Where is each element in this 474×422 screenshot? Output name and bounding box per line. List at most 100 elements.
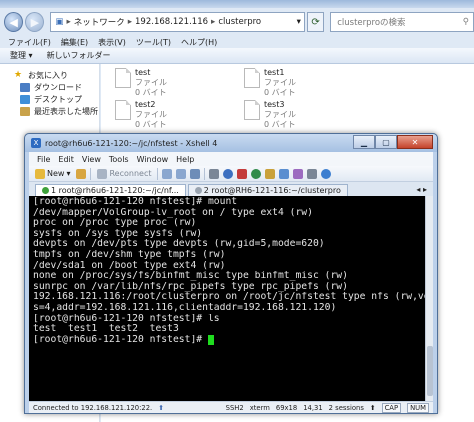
menu-window[interactable]: Window bbox=[137, 155, 169, 164]
menu-edit[interactable]: Edit bbox=[58, 155, 74, 164]
status-term: xterm bbox=[249, 404, 270, 412]
desktop-icon bbox=[20, 95, 30, 104]
minimize-icon[interactable]: ▁ bbox=[353, 135, 375, 149]
terminal-line: none on /proc/sys/fs/binfmt_misc type bi… bbox=[33, 271, 348, 282]
session-tab-bar: 1 root@rh6u6-121-120:~/jc/nf... 2 root@R… bbox=[29, 182, 433, 196]
reconnect-button[interactable]: Reconnect bbox=[95, 167, 153, 180]
maximize-icon[interactable]: ▢ bbox=[375, 135, 397, 149]
paste-icon[interactable] bbox=[176, 168, 187, 179]
forward-arrow-icon[interactable]: ▶ bbox=[25, 12, 45, 32]
search-placeholder: clusterproの検索 bbox=[337, 18, 406, 28]
address-dropdown-icon[interactable]: ▾ bbox=[297, 17, 301, 27]
color-scheme-icon[interactable] bbox=[223, 168, 234, 179]
chevron-down-icon: ▾ bbox=[66, 169, 71, 178]
connected-status-icon bbox=[42, 187, 49, 194]
arrow-up-icon: ⬆ bbox=[369, 404, 376, 412]
nav-item-favorites[interactable]: ★ お気に入り bbox=[14, 70, 68, 81]
font-icon[interactable] bbox=[237, 168, 248, 179]
back-arrow-icon[interactable]: ◀ bbox=[4, 12, 24, 32]
file-icon bbox=[115, 100, 131, 120]
file-size: 0 バイト bbox=[264, 120, 296, 129]
terminal-scrollbar[interactable] bbox=[425, 196, 433, 401]
script-icon[interactable] bbox=[293, 168, 304, 179]
cap-indicator: CAP bbox=[381, 403, 402, 413]
terminal-prompt: [root@rh6u6-121-120 nfstest]# bbox=[33, 334, 208, 345]
status-protocol: SSH2 bbox=[225, 404, 244, 412]
nav-item-downloads[interactable]: ダウンロード bbox=[20, 82, 82, 93]
menu-tools[interactable]: Tools bbox=[109, 155, 129, 164]
file-name: test bbox=[135, 68, 151, 77]
tab-session-2[interactable]: 2 root@RH6-121-116:~/clusterpro bbox=[187, 184, 348, 196]
breadcrumb-network[interactable]: ネットワーク bbox=[74, 16, 125, 28]
menu-help[interactable]: ヘルプ(H) bbox=[181, 37, 217, 48]
organize-button[interactable]: 整理 ▾ bbox=[10, 50, 33, 61]
file-size: 0 バイト bbox=[135, 88, 167, 97]
terminal-line: sysfs on /sys type sysfs (rw) bbox=[33, 228, 203, 239]
terminal-line: 192.168.121.116:/root/clusterpro on /roo… bbox=[33, 292, 425, 303]
status-sessions: 2 sessions bbox=[328, 404, 364, 412]
print-icon[interactable] bbox=[209, 168, 220, 179]
new-session-button[interactable]: New ▾ bbox=[33, 167, 72, 180]
help-icon[interactable] bbox=[321, 168, 332, 179]
lock-icon[interactable] bbox=[265, 168, 276, 179]
search-icon[interactable]: ⚲ bbox=[463, 17, 469, 27]
network-folder-icon: ▣ bbox=[55, 17, 64, 27]
copy-icon[interactable] bbox=[162, 168, 173, 179]
menu-view[interactable]: View bbox=[82, 155, 101, 164]
file-item-test3[interactable]: test3 ファイル 0 バイト bbox=[244, 100, 296, 130]
status-size: 69x18 bbox=[275, 404, 298, 412]
reconnect-icon bbox=[97, 168, 108, 179]
globe-icon[interactable] bbox=[251, 168, 262, 179]
transfer-icon[interactable] bbox=[279, 168, 290, 179]
tab-session-1[interactable]: 1 root@rh6u6-121-120:~/jc/nf... bbox=[35, 184, 186, 196]
tab-scroll-arrows-icon[interactable]: ◂ ▸ bbox=[416, 185, 427, 194]
download-folder-icon bbox=[20, 83, 30, 92]
terminal-line: s=4,addr=192.168.121.116,clientaddr=192.… bbox=[33, 302, 337, 313]
arrow-up-icon: ⬆ bbox=[158, 403, 164, 412]
terminal-line: [root@rh6u6-121-120 nfstest]# ls bbox=[33, 313, 220, 324]
menu-file[interactable]: File bbox=[37, 155, 50, 164]
file-item-test[interactable]: test ファイル 0 バイト bbox=[115, 68, 167, 98]
file-name: test2 bbox=[135, 100, 156, 109]
scrollbar-thumb[interactable] bbox=[427, 346, 433, 396]
status-cursor-position: 14,31 bbox=[303, 404, 323, 412]
file-type: ファイル bbox=[264, 78, 296, 87]
menu-tools[interactable]: ツール(T) bbox=[136, 37, 171, 48]
open-folder-icon[interactable] bbox=[76, 168, 87, 179]
terminal-line: tmpfs on /dev/shm type tmpfs (rw) bbox=[33, 249, 226, 260]
breadcrumb-host[interactable]: 192.168.121.116 bbox=[135, 17, 208, 27]
explorer-menu-bar: ファイル(F) 編集(E) 表示(V) ツール(T) ヘルプ(H) bbox=[0, 36, 474, 48]
file-type: ファイル bbox=[135, 78, 167, 87]
file-type: ファイル bbox=[264, 110, 296, 119]
terminal-line: proc on /proc type proc (rw) bbox=[33, 218, 197, 229]
menu-help[interactable]: Help bbox=[176, 155, 194, 164]
close-icon[interactable]: ✕ bbox=[397, 135, 433, 149]
menu-file[interactable]: ファイル(F) bbox=[8, 37, 51, 48]
file-icon bbox=[244, 68, 260, 88]
file-item-test2[interactable]: test2 ファイル 0 バイト bbox=[115, 100, 167, 130]
refresh-icon[interactable]: ⟳ bbox=[306, 12, 325, 32]
nav-item-recent-places[interactable]: 最近表示した場所 bbox=[20, 106, 98, 117]
breadcrumb-folder[interactable]: clusterpro bbox=[218, 17, 261, 27]
terminal-output[interactable]: [root@rh6u6-121-120 nfstest]# mount /dev… bbox=[29, 196, 425, 401]
xshell-titlebar[interactable]: X root@rh6u6-121-120:~/jc/nfstest - Xshe… bbox=[25, 134, 437, 152]
terminal-prompt-line: [root@rh6u6-121-120 nfstest]# bbox=[33, 334, 425, 346]
search-input[interactable]: clusterproの検索 ⚲ bbox=[330, 12, 474, 32]
nav-item-desktop[interactable]: デスクトップ bbox=[20, 94, 82, 105]
file-icon bbox=[244, 100, 260, 120]
file-icon bbox=[115, 68, 131, 88]
menu-view[interactable]: 表示(V) bbox=[98, 37, 126, 48]
menu-edit[interactable]: 編集(E) bbox=[61, 37, 88, 48]
terminal-line: /dev/sda1 on /boot type ext4 (rw) bbox=[33, 260, 226, 271]
connection-status: Connected to 192.168.121.120:22. bbox=[33, 403, 153, 412]
explorer-address-row: ◀ ▶ ▣ ▸ ネットワーク ▸ 192.168.121.116 ▸ clust… bbox=[0, 8, 474, 36]
file-type: ファイル bbox=[135, 110, 167, 119]
find-icon[interactable] bbox=[190, 168, 201, 179]
keyboard-icon[interactable] bbox=[307, 168, 318, 179]
num-indicator: NUM bbox=[407, 403, 429, 413]
new-folder-button[interactable]: 新しいフォルダー bbox=[47, 50, 111, 61]
terminal-line: /dev/mapper/VolGroup-lv_root on / type e… bbox=[33, 207, 313, 218]
status-bar: Connected to 192.168.121.120:22. ⬆ SSH2 … bbox=[29, 401, 433, 413]
file-item-test1[interactable]: test1 ファイル 0 バイト bbox=[244, 68, 296, 98]
address-bar[interactable]: ▣ ▸ ネットワーク ▸ 192.168.121.116 ▸ clusterpr… bbox=[50, 12, 305, 32]
